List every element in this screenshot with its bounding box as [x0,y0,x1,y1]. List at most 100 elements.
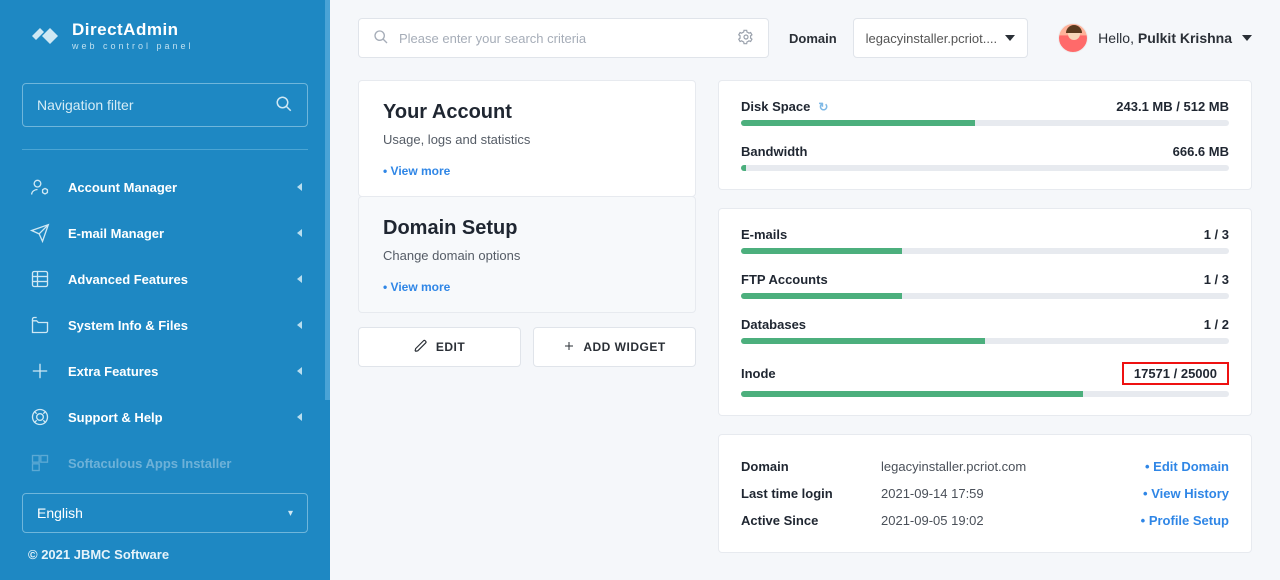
domain-label: Domain [781,31,841,46]
edit-button[interactable]: EDIT [358,327,521,367]
add-widget-button[interactable]: ADD WIDGET [533,327,696,367]
progress-bar [741,248,1229,254]
language-select[interactable]: English ▾ [22,493,308,533]
view-more-link[interactable]: View more [383,164,450,178]
folder-icon [28,315,52,335]
stat-label: Databases [741,317,806,332]
user-greeting: Hello, Pulkit Krishna [1098,30,1232,46]
info-row: Last time login 2021-09-14 17:59 View Hi… [741,480,1229,507]
plus-icon [28,361,52,381]
plus-icon [563,340,575,355]
info-value: 2021-09-14 17:59 [881,486,1143,501]
search-input[interactable] [399,31,728,46]
sidebar-item-label: Advanced Features [68,272,188,287]
brand-logo[interactable]: DirectAdmin web control panel [0,0,330,71]
progress-bar [741,338,1229,344]
pencil-icon [414,339,428,356]
nav-filter[interactable] [22,83,308,127]
language-label: English [37,505,83,521]
stat-label: Inode [741,366,776,381]
domain-select[interactable]: legacyinstaller.pcriot.... [853,18,1029,58]
sidebar-item-sysinfo[interactable]: System Info & Files [0,302,330,348]
user-cog-icon [28,177,52,197]
card-subtitle: Change domain options [383,248,671,263]
info-key: Domain [741,459,881,474]
stat-value: 1 / 2 [1204,317,1229,332]
sidebar: DirectAdmin web control panel Account Ma… [0,0,330,580]
sidebar-item-advanced[interactable]: Advanced Features [0,256,330,302]
avatar [1058,23,1088,53]
nav-list: Account Manager E-mail Manager Advanced … [0,164,330,493]
stat-bandwidth: Bandwidth 666.6 MB [741,144,1229,171]
stat-disk space: Disk Space ↻ 243.1 MB / 512 MB [741,99,1229,126]
info-row: Active Since 2021-09-05 19:02 Profile Se… [741,507,1229,534]
stat-label: E-mails [741,227,787,242]
info-action-link[interactable]: Profile Setup [1141,513,1229,528]
nav-divider [22,149,308,150]
sidebar-item-label: Softaculous Apps Installer [68,456,232,471]
domain-selected: legacyinstaller.pcriot.... [866,31,998,46]
search-icon [275,95,293,116]
info-action-link[interactable]: Edit Domain [1145,459,1229,474]
stat-value: 243.1 MB / 512 MB [1116,99,1229,114]
chevron-left-icon [297,321,302,329]
sidebar-item-softaculous[interactable]: Softaculous Apps Installer [0,440,330,486]
sidebar-item-email[interactable]: E-mail Manager [0,210,330,256]
card-title: Domain Setup [383,217,671,240]
stat-inode: Inode 17571 / 25000 [741,362,1229,397]
chevron-left-icon [297,367,302,375]
content: Your Account Usage, logs and statistics … [330,58,1280,580]
sidebar-item-support[interactable]: Support & Help [0,394,330,440]
chevron-down-icon: ▾ [288,508,293,519]
view-more-link[interactable]: View more [383,280,450,294]
brand-tagline: web control panel [72,41,194,51]
brand-text: DirectAdmin web control panel [72,20,194,51]
usage-panel-2: E-mails 1 / 3 FTP Accounts 1 / 3 Databas… [718,208,1252,416]
grid-icon [28,269,52,289]
global-search[interactable] [358,18,769,58]
gear-icon[interactable] [738,29,754,48]
refresh-icon[interactable]: ↻ [818,100,828,114]
info-action-link[interactable]: View History [1143,486,1229,501]
brand-name: DirectAdmin [72,20,194,40]
stat-ftp accounts: FTP Accounts 1 / 3 [741,272,1229,299]
user-menu[interactable]: Hello, Pulkit Krishna [1058,23,1252,53]
stat-e-mails: E-mails 1 / 3 [741,227,1229,254]
stat-value: 1 / 3 [1204,227,1229,242]
stat-databases: Databases 1 / 2 [741,317,1229,344]
stat-value: 666.6 MB [1173,144,1229,159]
info-value: legacyinstaller.pcriot.com [881,459,1145,474]
stat-label: Bandwidth [741,144,807,159]
domain-info-panel: Domain legacyinstaller.pcriot.com Edit D… [718,434,1252,553]
stat-label: Disk Space ↻ [741,99,828,114]
chevron-left-icon [297,413,302,421]
progress-bar [741,165,1229,171]
card-domain-setup[interactable]: Domain Setup Change domain options View … [358,196,696,313]
info-key: Last time login [741,486,881,501]
sidebar-item-label: Account Manager [68,180,177,195]
life-ring-icon [28,407,52,427]
copyright: © 2021 JBMC Software [0,547,330,580]
sidebar-item-label: System Info & Files [68,318,188,333]
info-key: Active Since [741,513,881,528]
card-your-account[interactable]: Your Account Usage, logs and statistics … [358,80,696,197]
nav-filter-input[interactable] [37,97,275,113]
chevron-down-icon [1242,35,1252,41]
progress-bar [741,293,1229,299]
sidebar-item-account[interactable]: Account Manager [0,164,330,210]
stat-value: 1 / 3 [1204,272,1229,287]
chevron-left-icon [297,229,302,237]
main: Domain legacyinstaller.pcriot.... Hello,… [330,0,1280,580]
stat-value: 17571 / 25000 [1122,362,1229,385]
stat-label: FTP Accounts [741,272,828,287]
progress-bar [741,120,1229,126]
paper-plane-icon [28,223,52,243]
card-title: Your Account [383,101,671,124]
card-actions: EDIT ADD WIDGET [358,327,696,367]
chevron-left-icon [297,275,302,283]
search-icon [373,29,389,48]
sidebar-item-extra[interactable]: Extra Features [0,348,330,394]
info-value: 2021-09-05 19:02 [881,513,1141,528]
card-subtitle: Usage, logs and statistics [383,132,671,147]
sidebar-item-label: Extra Features [68,364,158,379]
